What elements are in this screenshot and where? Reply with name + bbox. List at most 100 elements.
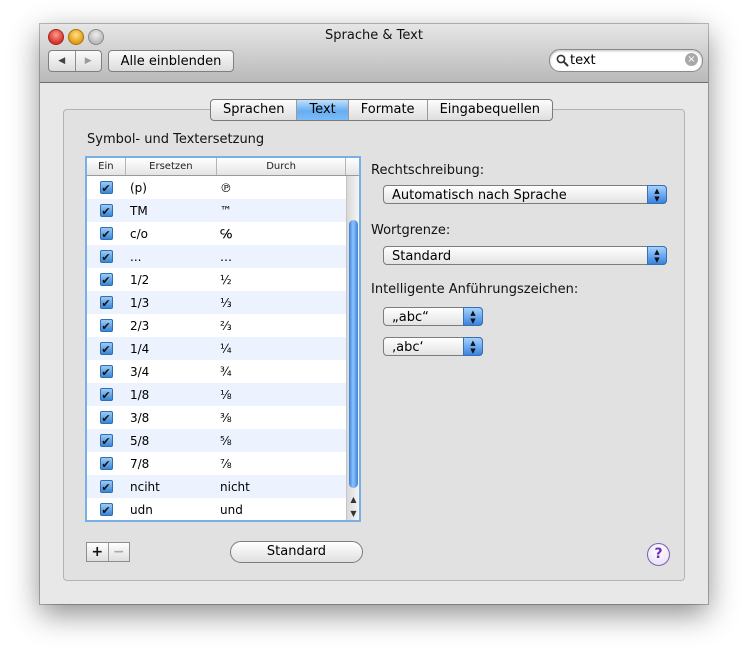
replace-cell[interactable]: TM <box>125 204 216 218</box>
navigation-segment: ◀ ▶ <box>48 50 102 72</box>
add-remove-buttons: + − <box>86 542 130 562</box>
scrollbar-thumb[interactable] <box>349 220 358 488</box>
with-cell[interactable]: nicht <box>216 480 346 494</box>
enabled-checkbox[interactable]: ✔ <box>99 296 113 310</box>
double-quotes-popup[interactable]: „abc“ ▲ ▼ <box>383 307 483 326</box>
with-cell[interactable]: ⅜ <box>216 411 346 425</box>
table-row[interactable]: ✔ 2/3 ⅔ <box>87 314 346 337</box>
replace-cell[interactable]: ... <box>125 250 216 264</box>
enabled-cell: ✔ <box>87 273 125 287</box>
table-row[interactable]: ✔ 1/3 ⅓ <box>87 291 346 314</box>
with-cell[interactable]: ⅓ <box>216 296 346 310</box>
with-cell[interactable]: ℅ <box>216 227 346 241</box>
replace-cell[interactable]: (p) <box>125 181 216 195</box>
with-cell[interactable]: ⅔ <box>216 319 346 333</box>
table-row[interactable]: ✔ 3/4 ¾ <box>87 360 346 383</box>
enabled-checkbox[interactable]: ✔ <box>99 365 113 379</box>
table-row[interactable]: ✔ (p) ℗ <box>87 176 346 199</box>
spelling-value: Automatisch nach Sprache <box>392 188 567 203</box>
standard-button[interactable]: Standard <box>230 541 363 563</box>
tab-formate[interactable]: Formate <box>349 100 428 120</box>
table-header: Ein Ersetzen Durch <box>87 158 359 176</box>
replace-cell[interactable]: 1/4 <box>125 342 216 356</box>
with-cell[interactable]: ¼ <box>216 342 346 356</box>
with-cell[interactable]: ⅞ <box>216 457 346 471</box>
tab-sprachen[interactable]: Sprachen <box>211 100 298 120</box>
clear-search-icon[interactable]: × <box>685 53 698 66</box>
enabled-checkbox[interactable]: ✔ <box>99 457 113 471</box>
enabled-checkbox[interactable]: ✔ <box>99 273 113 287</box>
search-field[interactable]: × <box>549 49 703 72</box>
show-all-button[interactable]: Alle einblenden <box>108 50 234 72</box>
replace-cell[interactable]: 1/2 <box>125 273 216 287</box>
table-row[interactable]: ✔ 3/8 ⅜ <box>87 406 346 429</box>
replace-cell[interactable]: udn <box>125 503 216 517</box>
help-button[interactable]: ? <box>647 543 670 566</box>
toolbar: Sprache & Text ◀ ▶ Alle einblenden × <box>40 24 708 83</box>
tab-eingabequellen[interactable]: Eingabequellen <box>428 100 552 120</box>
enabled-checkbox[interactable]: ✔ <box>99 388 113 402</box>
enabled-checkbox[interactable]: ✔ <box>99 411 113 425</box>
single-quotes-popup[interactable]: ‚abc‘ ▲ ▼ <box>383 337 483 356</box>
with-cell[interactable]: und <box>216 503 346 517</box>
replace-cell[interactable]: 5/8 <box>125 434 216 448</box>
scroll-up-arrow-icon[interactable]: ▲ <box>347 493 359 506</box>
with-cell[interactable]: … <box>216 250 346 264</box>
enabled-checkbox[interactable]: ✔ <box>99 342 113 356</box>
enabled-cell: ✔ <box>87 296 125 310</box>
with-cell[interactable]: ⅝ <box>216 434 346 448</box>
replace-cell[interactable]: 1/3 <box>125 296 216 310</box>
search-icon <box>556 54 569 67</box>
spelling-label: Rechtschreibung: <box>371 163 485 178</box>
enabled-checkbox[interactable]: ✔ <box>99 319 113 333</box>
word-break-label: Wortgrenze: <box>371 223 451 238</box>
table-row[interactable]: ✔ nciht nicht <box>87 475 346 498</box>
replace-cell[interactable]: nciht <box>125 480 216 494</box>
column-header-ein[interactable]: Ein <box>87 158 126 175</box>
scroll-down-arrow-icon[interactable]: ▼ <box>347 507 359 520</box>
tab-text[interactable]: Text <box>297 100 349 120</box>
replace-cell[interactable]: 3/8 <box>125 411 216 425</box>
forward-button[interactable]: ▶ <box>76 51 102 71</box>
enabled-cell: ✔ <box>87 411 125 425</box>
spelling-popup[interactable]: Automatisch nach Sprache ▲ ▼ <box>383 185 667 204</box>
popup-arrows-icon: ▲ ▼ <box>463 337 483 356</box>
replace-cell[interactable]: 7/8 <box>125 457 216 471</box>
table-row[interactable]: ✔ 5/8 ⅝ <box>87 429 346 452</box>
enabled-checkbox[interactable]: ✔ <box>99 434 113 448</box>
smart-quotes-label: Intelligente Anführungszeichen: <box>371 282 579 297</box>
replace-cell[interactable]: 2/3 <box>125 319 216 333</box>
with-cell[interactable]: ¾ <box>216 365 346 379</box>
remove-button[interactable]: − <box>109 543 130 561</box>
enabled-checkbox[interactable]: ✔ <box>99 227 113 241</box>
enabled-checkbox[interactable]: ✔ <box>99 503 113 517</box>
enabled-checkbox[interactable]: ✔ <box>99 250 113 264</box>
enabled-checkbox[interactable]: ✔ <box>99 181 113 195</box>
popup-arrows-icon: ▲ ▼ <box>647 246 667 265</box>
table-row[interactable]: ✔ TM ™ <box>87 199 346 222</box>
table-row[interactable]: ✔...… <box>87 245 346 268</box>
search-input[interactable] <box>570 52 678 68</box>
enabled-checkbox[interactable]: ✔ <box>99 204 113 218</box>
table-row[interactable]: ✔ c/o ℅ <box>87 222 346 245</box>
with-cell[interactable]: ⅛ <box>216 388 346 402</box>
word-break-popup[interactable]: Standard ▲ ▼ <box>383 246 667 265</box>
table-row[interactable]: ✔ 1/2 ½ <box>87 268 346 291</box>
table-row[interactable]: ✔ 1/4 ¼ <box>87 337 346 360</box>
enabled-checkbox[interactable]: ✔ <box>99 480 113 494</box>
vertical-scrollbar[interactable]: ▲ ▼ <box>346 176 359 520</box>
with-cell[interactable]: ℗ <box>216 181 346 195</box>
replace-cell[interactable]: 1/8 <box>125 388 216 402</box>
with-cell[interactable]: ™ <box>216 204 346 218</box>
table-row[interactable]: ✔ 1/8 ⅛ <box>87 383 346 406</box>
replace-cell[interactable]: 3/4 <box>125 365 216 379</box>
table-row[interactable]: ✔ udn und <box>87 498 346 520</box>
with-cell[interactable]: ½ <box>216 273 346 287</box>
back-button[interactable]: ◀ <box>49 51 76 71</box>
column-header-ersetzen[interactable]: Ersetzen <box>126 158 218 175</box>
replace-cell[interactable]: c/o <box>125 227 216 241</box>
column-header-durch[interactable]: Durch <box>217 158 347 175</box>
add-button[interactable]: + <box>87 543 109 561</box>
single-quotes-value: ‚abc‘ <box>392 340 424 355</box>
table-row[interactable]: ✔ 7/8 ⅞ <box>87 452 346 475</box>
